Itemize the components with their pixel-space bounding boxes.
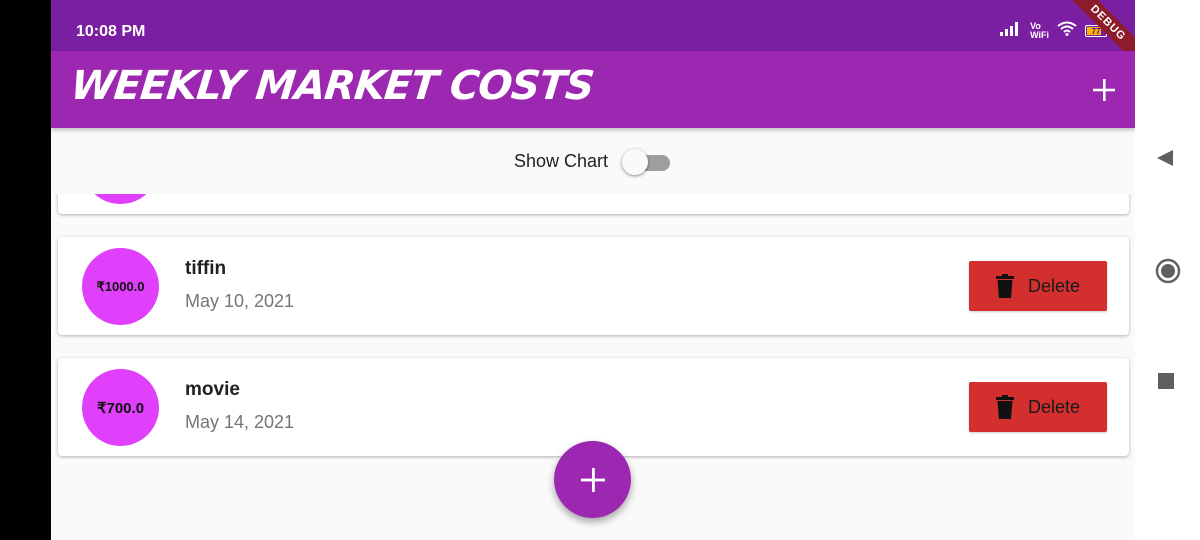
app-screen: 10:08 PM Vo WiFi 77 DEBUG WEEKLY MARKET … bbox=[51, 0, 1135, 540]
transaction-title: movie bbox=[185, 379, 240, 400]
add-transaction-button[interactable] bbox=[1093, 73, 1115, 107]
transaction-date: May 14, 2021 bbox=[185, 412, 295, 432]
status-time: 10:08 PM bbox=[76, 23, 146, 40]
wifi-icon bbox=[1057, 21, 1077, 41]
amount-text: ₹1000.0 bbox=[96, 278, 145, 294]
amount-avatar: ₹700.0 bbox=[82, 369, 159, 446]
add-fab-button[interactable] bbox=[554, 441, 631, 518]
back-icon[interactable] bbox=[1155, 148, 1175, 173]
plus-icon bbox=[580, 457, 605, 502]
transaction-date: May 10, 2021 bbox=[185, 291, 295, 311]
delete-button[interactable]: Delete bbox=[969, 261, 1107, 311]
delete-label: Delete bbox=[1027, 396, 1081, 417]
trash-icon bbox=[995, 395, 1014, 419]
signal-icon bbox=[1000, 21, 1022, 41]
vowifi-icon: Vo WiFi bbox=[1030, 22, 1049, 40]
plus-icon bbox=[1093, 71, 1115, 109]
vowifi-line2: WiFi bbox=[1030, 30, 1049, 40]
battery-level: 77 bbox=[1091, 26, 1101, 36]
status-icons: Vo WiFi 77 bbox=[1000, 21, 1110, 41]
chart-toggle-row: Show Chart bbox=[51, 128, 1135, 194]
transaction-card bbox=[58, 194, 1129, 214]
delete-label: Delete bbox=[1027, 275, 1081, 296]
amount-avatar bbox=[82, 194, 159, 204]
trash-icon bbox=[995, 274, 1014, 298]
transaction-title: tiffin bbox=[185, 258, 227, 279]
recents-icon[interactable] bbox=[1157, 372, 1175, 395]
delete-button[interactable]: Delete bbox=[969, 382, 1107, 432]
system-nav-bar bbox=[1135, 0, 1200, 540]
amount-text: ₹700.0 bbox=[96, 399, 145, 417]
home-icon[interactable] bbox=[1155, 258, 1181, 289]
transaction-card: ₹1000.0 tiffin May 10, 2021 Delete bbox=[58, 237, 1129, 335]
app-bar: Weekly Market Costs bbox=[51, 51, 1135, 128]
app-title: Weekly Market Costs bbox=[68, 63, 596, 109]
switch-thumb bbox=[622, 149, 649, 175]
amount-avatar: ₹1000.0 bbox=[82, 248, 159, 325]
chart-toggle-label: Show Chart bbox=[513, 150, 609, 171]
status-bar: 10:08 PM Vo WiFi 77 DEBUG bbox=[51, 0, 1135, 69]
chart-toggle-switch[interactable] bbox=[622, 149, 672, 175]
